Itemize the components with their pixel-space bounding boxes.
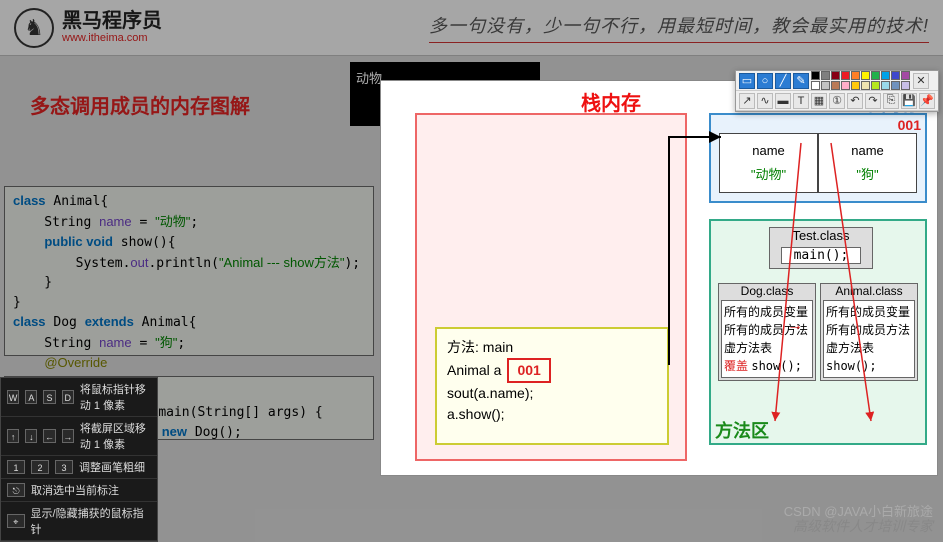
- text-tool-icon[interactable]: T: [793, 93, 809, 109]
- memory-diagram: 栈内存 堆内存 方法: main Animal a001 sout(a.name…: [380, 80, 938, 476]
- color-swatch[interactable]: [821, 81, 830, 90]
- watermark: 高级软件人才培训专家: [793, 516, 933, 536]
- stack-frame: 方法: main Animal a 001 sout(a.name); a.sho…: [435, 327, 669, 445]
- redo-icon[interactable]: ↷: [865, 93, 881, 109]
- logo-url: www.itheima.com: [62, 32, 162, 44]
- test-class: Test.class main();: [769, 227, 873, 269]
- copy-icon[interactable]: ⎘: [883, 93, 899, 109]
- heap-cell-dog: name "狗": [818, 133, 917, 193]
- key-icon: W: [7, 390, 19, 404]
- color-swatch[interactable]: [891, 81, 900, 90]
- page-title: 多态调用成员的内存图解: [30, 90, 250, 119]
- cursor-icon: ⌖: [7, 514, 25, 528]
- ctx-r5: 显示/隐藏捕获的鼠标指针: [31, 505, 151, 537]
- counter-tool-icon[interactable]: ①: [829, 93, 845, 109]
- color-swatch[interactable]: [881, 71, 890, 80]
- animal-class: Animal.class 所有的成员变量 所有的成员方法 虚方法表 show()…: [820, 283, 918, 381]
- color-swatch[interactable]: [851, 81, 860, 90]
- save-icon[interactable]: 💾: [901, 93, 917, 109]
- color-swatch[interactable]: [861, 81, 870, 90]
- arrow-tool-icon[interactable]: ↗: [739, 93, 755, 109]
- ctx-r1: 将鼠标指针移动 1 像素: [80, 381, 151, 413]
- color-swatch[interactable]: [831, 71, 840, 80]
- frame-addr: 001: [507, 358, 550, 383]
- logo-cn: 黑马程序员: [62, 10, 162, 32]
- color-swatch[interactable]: [891, 71, 900, 80]
- highlight-tool-icon[interactable]: ▬: [775, 93, 791, 109]
- method-area: Test.class main(); Dog.class 所有的成员变量 所有的…: [709, 219, 927, 445]
- frame-var: Animal a: [447, 362, 501, 378]
- color-swatch[interactable]: [871, 71, 880, 80]
- ctx-r2: 将截屏区域移动 1 像素: [80, 420, 151, 452]
- color-swatch[interactable]: [871, 81, 880, 90]
- stack-box: 方法: main Animal a 001 sout(a.name); a.sho…: [415, 113, 687, 461]
- logo-icon: ♞: [14, 8, 54, 48]
- color-swatch[interactable]: [811, 71, 820, 80]
- color-swatch[interactable]: [831, 81, 840, 90]
- color-swatch[interactable]: [881, 81, 890, 90]
- stack-title: 栈内存: [581, 87, 641, 116]
- color-swatch[interactable]: [821, 71, 830, 80]
- ellipse-tool-icon[interactable]: ○: [757, 73, 773, 89]
- pin-icon[interactable]: 📌: [919, 93, 935, 109]
- color-swatch[interactable]: [901, 71, 910, 80]
- ctx-r3: 调整画笔粗细: [79, 459, 145, 475]
- code-animal: class Animal{ String name = "动物"; public…: [4, 186, 374, 356]
- heap-box: 001 name "动物" name "狗": [709, 113, 927, 203]
- pen-tool-icon[interactable]: ✎: [793, 73, 809, 89]
- color-swatch[interactable]: [841, 71, 850, 80]
- heap-cell-animal: name "动物": [719, 133, 818, 193]
- frame-l4: a.show();: [447, 404, 657, 425]
- frame-l3: sout(a.name);: [447, 383, 657, 404]
- test-main: main();: [781, 247, 861, 264]
- color-swatch[interactable]: [841, 81, 850, 90]
- override-label: 覆盖: [724, 359, 748, 373]
- undo-icon[interactable]: ↶: [847, 93, 863, 109]
- arrow-icon: →: [787, 317, 803, 335]
- esc-icon: ⎋: [7, 483, 25, 497]
- frame-method: 方法: main: [447, 337, 657, 358]
- color-swatch[interactable]: [861, 71, 870, 80]
- color-swatch[interactable]: [811, 81, 820, 90]
- annotation-toolbar[interactable]: ▭ ○ ╱ ✎ ✕ ↗ ∿ ▬ T ▦ ① ↶ ↷ ⎘ 💾 📌: [735, 70, 939, 112]
- header: ♞ 黑马程序员 www.itheima.com 多一句没有，少一句不行，用最短时…: [0, 0, 943, 56]
- blur-tool-icon[interactable]: ▦: [811, 93, 827, 109]
- close-icon[interactable]: ✕: [913, 73, 929, 89]
- method-area-title: 方法区: [715, 417, 769, 443]
- heap-addr: 001: [898, 117, 921, 133]
- curve-tool-icon[interactable]: ∿: [757, 93, 773, 109]
- shortcut-hint-panel: WASD将鼠标指针移动 1 像素 ↑↓←→将截屏区域移动 1 像素 123调整画…: [0, 377, 158, 542]
- thumb-label: 动物: [356, 71, 382, 86]
- logo: ♞ 黑马程序员 www.itheima.com: [14, 8, 162, 48]
- ctx-r4: 取消选中当前标注: [31, 482, 119, 498]
- slogan: 多一句没有，少一句不行，用最短时间，教会最实用的技术!: [429, 12, 929, 43]
- color-swatch[interactable]: [901, 81, 910, 90]
- color-swatch[interactable]: [851, 71, 860, 80]
- rect-tool-icon[interactable]: ▭: [739, 73, 755, 89]
- line-tool-icon[interactable]: ╱: [775, 73, 791, 89]
